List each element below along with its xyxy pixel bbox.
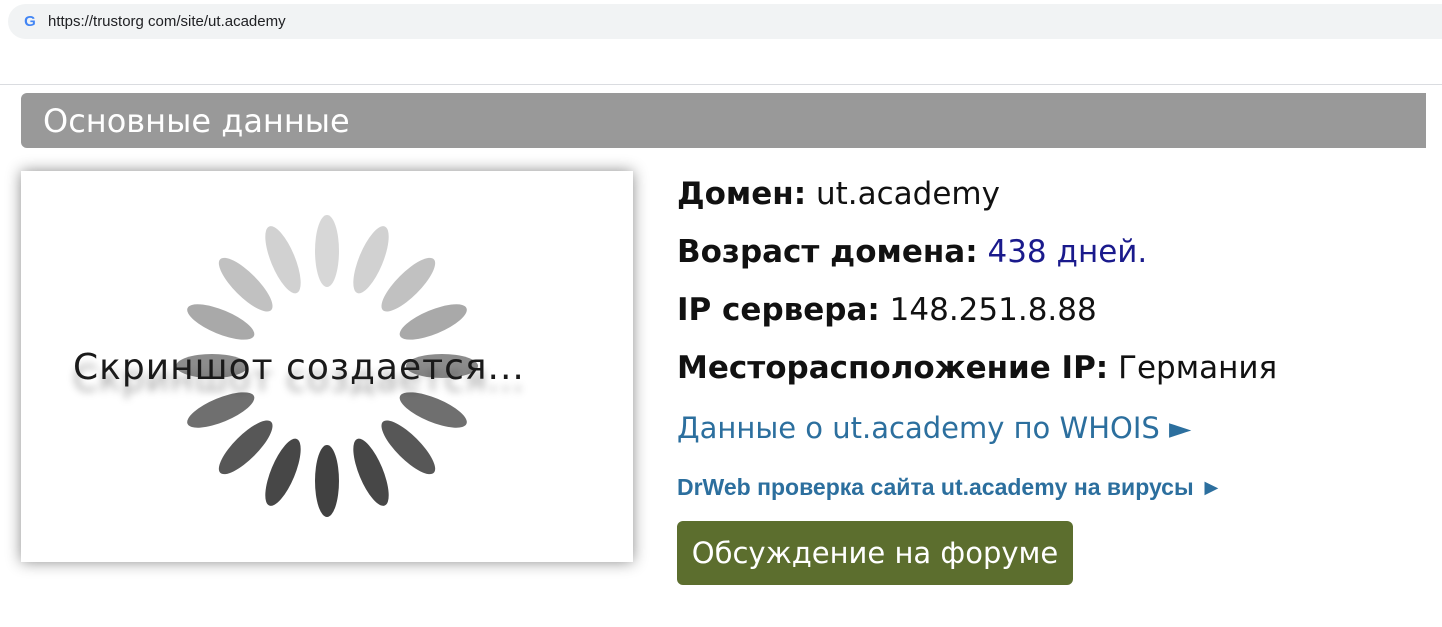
spinner-petal [353,438,389,506]
address-bar[interactable]: G https://trustorg com/site/ut.academy [8,4,1442,39]
section-title: Основные данные [43,101,350,140]
domain-value: ut.academy [815,176,1000,212]
google-icon: G [24,12,36,30]
screenshot-caption: Скриншот создается... [73,347,525,388]
section-header: Основные данные [21,93,1426,148]
spinner-petal [399,304,467,340]
url-text[interactable]: https://trustorg com/site/ut.academy [48,13,286,30]
server-ip-value: 148.251.8.88 [889,292,1097,328]
spinner-petal [218,257,273,312]
domain-label: Домен: [677,176,807,212]
ip-location-value: Германия [1118,350,1278,386]
spinner-petal [265,438,301,506]
spinner-petal [381,257,436,312]
spinner-petal [187,392,255,428]
whois-link[interactable]: Данные о ut.academy по WHOIS ► [677,411,1191,445]
drweb-link[interactable]: DrWeb проверка сайта ut.academy на вирус… [677,474,1223,501]
spinner-petal [353,226,389,294]
server-ip-label: IP сервера: [677,292,880,328]
ip-location-label: Месторасположение IP: [677,350,1109,386]
divider [0,84,1442,85]
spinner-petal [399,392,467,428]
domain-row: Домен: ut.academy [677,176,1000,212]
domain-age-label: Возраст домена: [677,234,978,270]
spinner-petal [187,304,255,340]
forum-discussion-button[interactable]: Обсуждение на форуме [677,521,1073,585]
spinner-petal [315,445,339,517]
site-screenshot: Скриншот создается... [21,171,633,562]
domain-age-value: 438 дней. [987,234,1148,270]
spinner-petal [265,226,301,294]
domain-age-row: Возраст домена: 438 дней. [677,234,1147,270]
ip-location-row: Месторасположение IP: Германия [677,350,1277,386]
spinner-petal [381,420,436,475]
spinner-petal [315,215,339,287]
server-ip-row: IP сервера: 148.251.8.88 [677,292,1097,328]
spinner-petal [218,420,273,475]
